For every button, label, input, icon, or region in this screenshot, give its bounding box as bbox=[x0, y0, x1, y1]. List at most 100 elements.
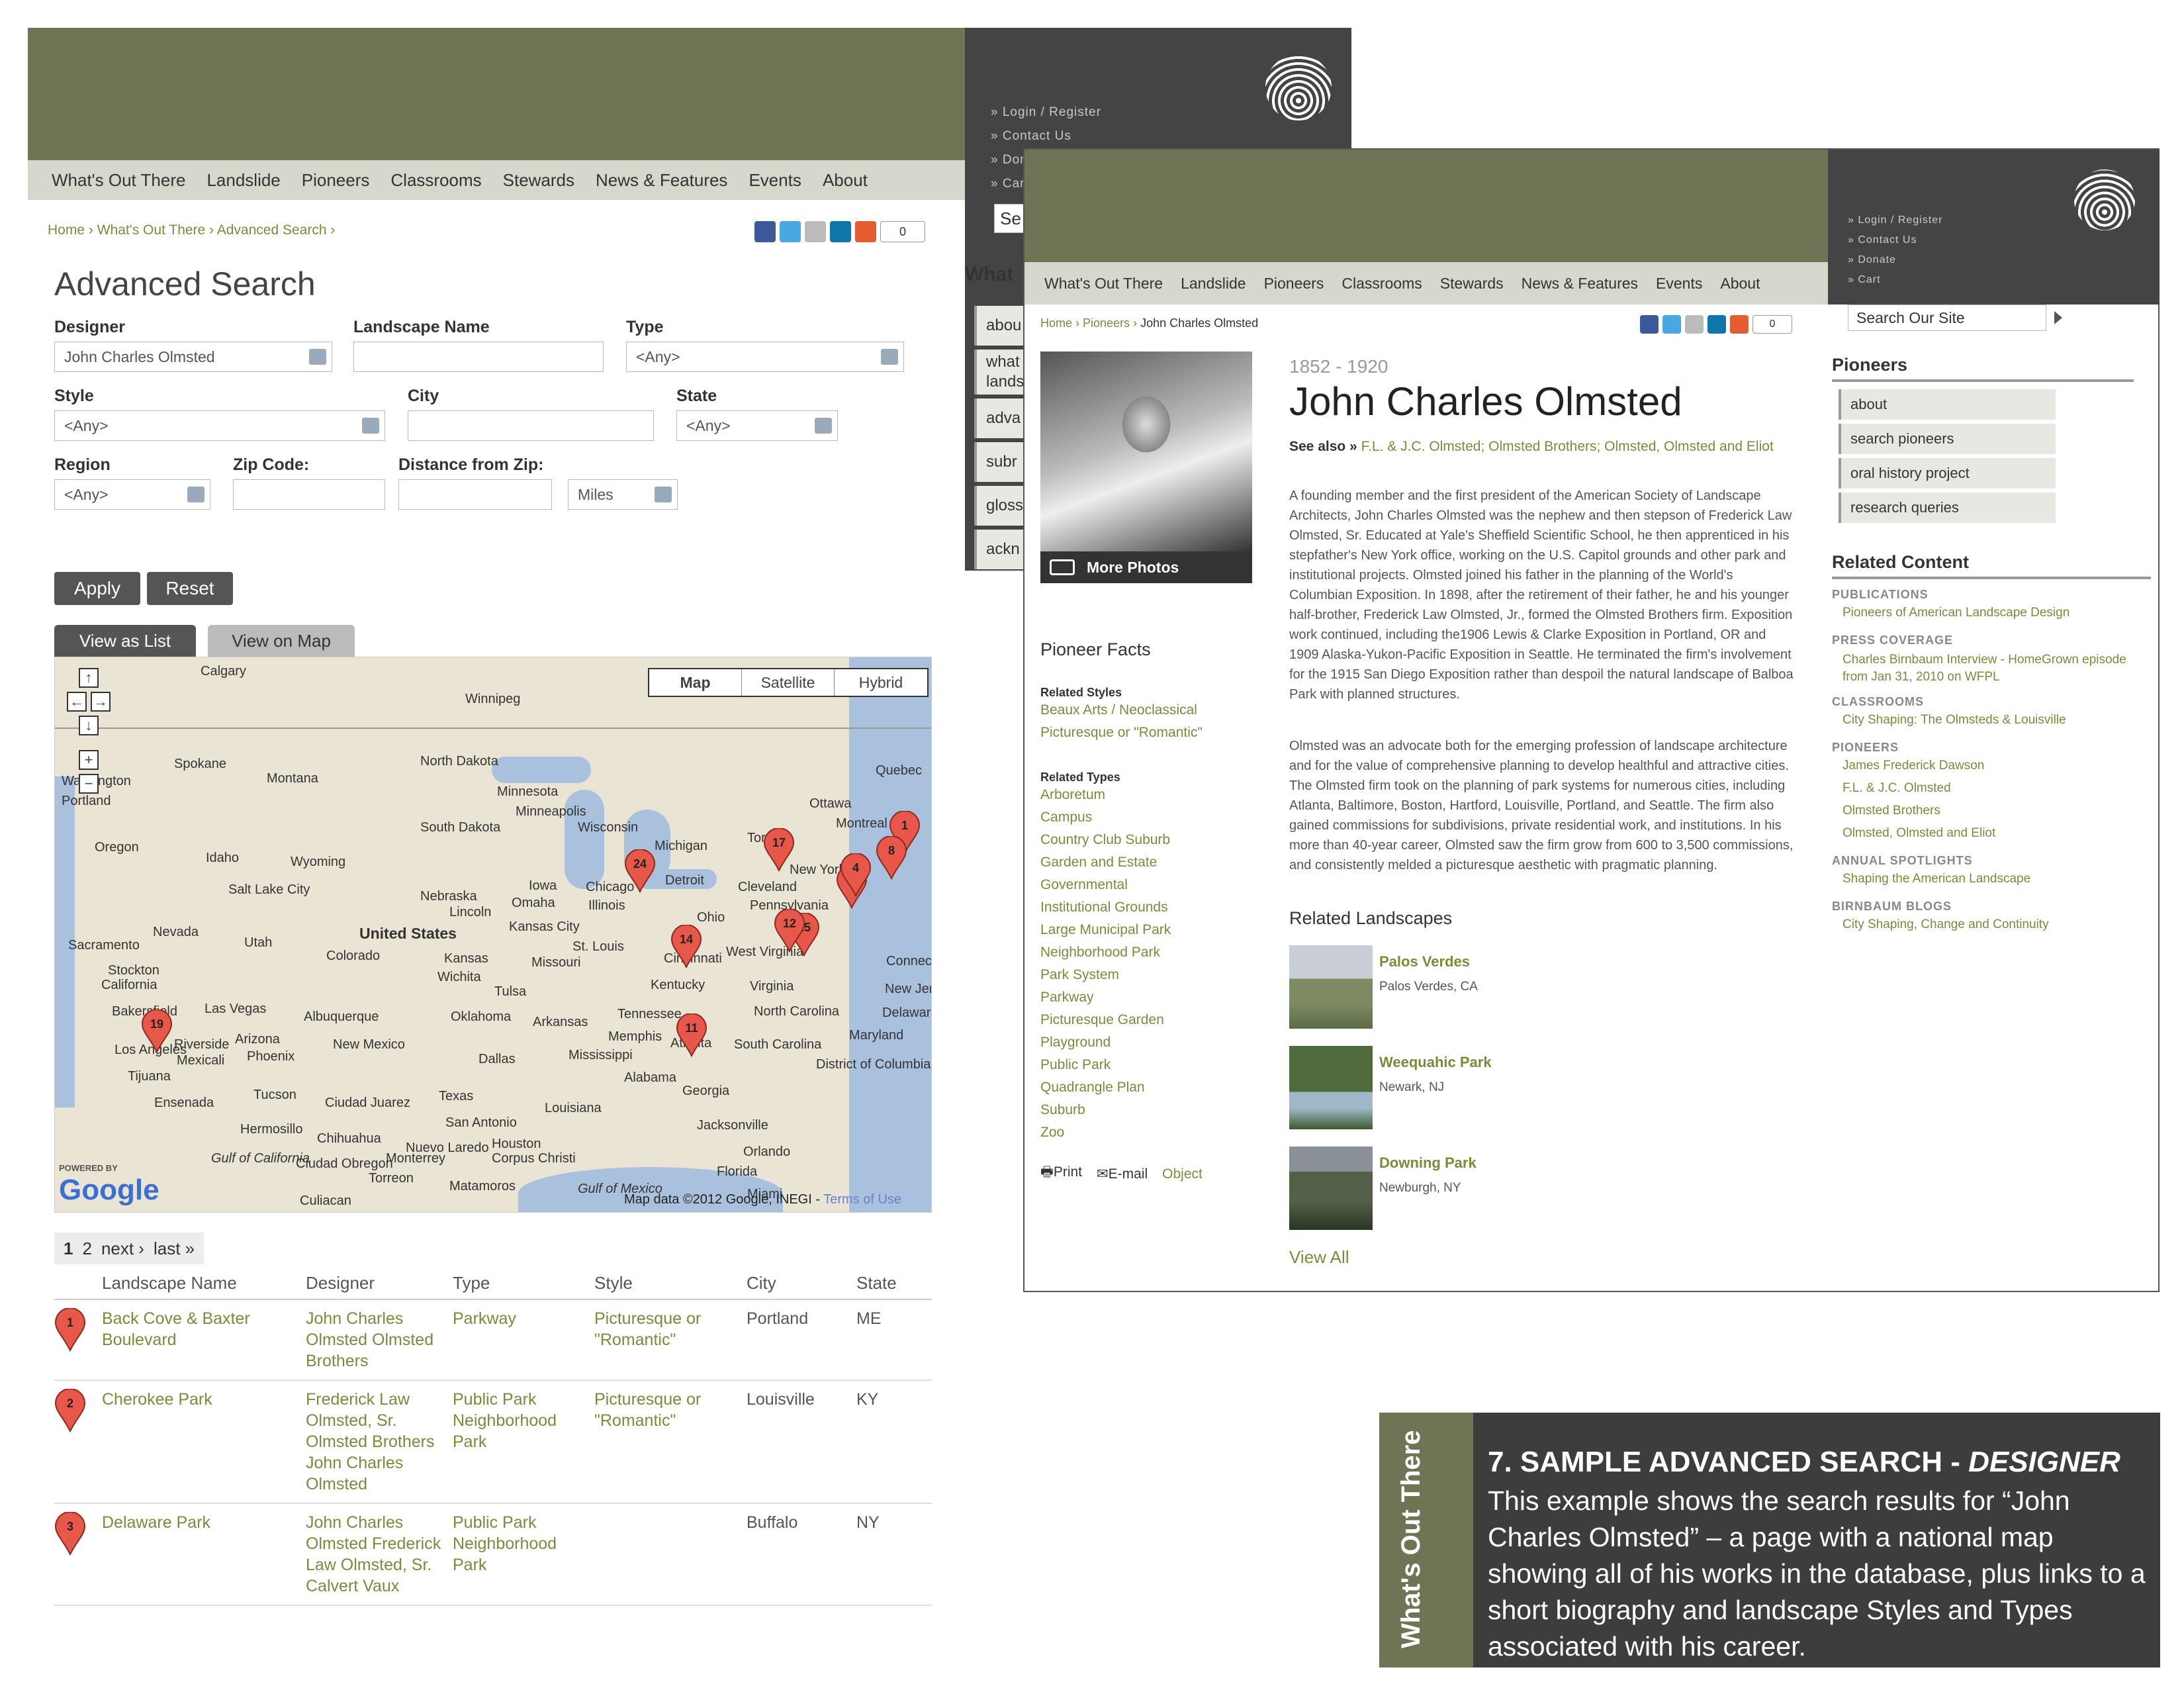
login-link[interactable]: » Login / Register bbox=[991, 101, 1101, 124]
row-type-link[interactable]: Public Park Neighborhood Park bbox=[453, 1512, 594, 1597]
row-style-link[interactable]: Picturesque or "Romantic" bbox=[594, 1308, 747, 1372]
nav-landslide[interactable]: Landslide bbox=[206, 170, 280, 191]
type-link[interactable]: Neighborhood Park bbox=[1040, 941, 1171, 964]
sidebar-item[interactable]: adva bbox=[974, 399, 1027, 438]
nav-about[interactable]: About bbox=[823, 170, 868, 191]
map-marker[interactable]: 12 bbox=[774, 908, 805, 953]
type-link[interactable]: Country Club Suburb bbox=[1040, 829, 1171, 851]
search-input[interactable]: Search Our Site bbox=[1848, 305, 2046, 331]
share-plus-icon[interactable] bbox=[855, 221, 876, 242]
facebook-icon[interactable] bbox=[1640, 315, 1659, 334]
type-link[interactable]: Zoo bbox=[1040, 1121, 1171, 1144]
related-link[interactable]: Olmsted Brothers bbox=[1832, 800, 2143, 822]
type-select[interactable]: <Any> bbox=[626, 342, 904, 372]
pan-up-icon[interactable]: ↑ bbox=[79, 668, 99, 688]
landscape-link[interactable]: Palos Verdes bbox=[1379, 953, 1470, 970]
sidebar-item[interactable]: gloss bbox=[974, 486, 1027, 526]
object-link[interactable]: Object bbox=[1162, 1166, 1203, 1182]
landscape-link[interactable]: Downing Park bbox=[1379, 1154, 1477, 1172]
pager-next[interactable]: next › bbox=[101, 1239, 144, 1259]
style-select[interactable]: <Any> bbox=[54, 410, 385, 441]
twitter-icon[interactable] bbox=[780, 221, 801, 242]
nav-about[interactable]: About bbox=[1720, 275, 1760, 293]
sidebar-item[interactable]: subr bbox=[974, 442, 1027, 482]
row-name-link[interactable]: Cherokee Park bbox=[102, 1389, 306, 1495]
breadcrumb-advanced-search[interactable]: Advanced Search bbox=[217, 222, 327, 238]
related-link[interactable]: Charles Birnbaum Interview - HomeGrown e… bbox=[1832, 651, 2143, 686]
results-map[interactable]: Calgary Winnipeg Quebec Ottawa Montreal … bbox=[54, 657, 932, 1213]
apply-button[interactable]: Apply bbox=[54, 572, 140, 605]
type-link[interactable]: Campus bbox=[1040, 806, 1171, 829]
linkedin-icon[interactable] bbox=[830, 221, 851, 242]
sidebar-item[interactable]: search pioneers bbox=[1839, 424, 2056, 454]
breadcrumb-pioneers[interactable]: Pioneers bbox=[1083, 316, 1130, 330]
contact-link[interactable]: » Contact Us bbox=[1848, 230, 1942, 250]
nav-events[interactable]: Events bbox=[749, 170, 801, 191]
type-link[interactable]: Park System bbox=[1040, 964, 1171, 986]
nav-pioneers[interactable]: Pioneers bbox=[302, 170, 370, 191]
tab-view-as-list[interactable]: View as List bbox=[54, 625, 196, 657]
landscape-thumbnail[interactable] bbox=[1289, 1147, 1373, 1230]
linkedin-icon[interactable] bbox=[1707, 315, 1726, 334]
row-designer-link[interactable]: John Charles Olmsted Frederick Law Olmst… bbox=[306, 1512, 453, 1597]
breadcrumb-home[interactable]: Home bbox=[48, 222, 85, 238]
row-type-link[interactable]: Parkway bbox=[453, 1308, 594, 1372]
row-marker-icon[interactable]: 3 bbox=[54, 1511, 86, 1556]
row-style-link[interactable]: Picturesque or "Romantic" bbox=[594, 1389, 747, 1495]
type-link[interactable]: Garden and Estate bbox=[1040, 851, 1171, 874]
landscape-name-input[interactable] bbox=[353, 342, 604, 372]
row-name-link[interactable]: Delaware Park bbox=[102, 1512, 306, 1597]
type-link[interactable]: Suburb bbox=[1040, 1099, 1171, 1121]
col-style[interactable]: Style bbox=[594, 1273, 747, 1293]
reset-button[interactable]: Reset bbox=[147, 572, 233, 605]
nav-news[interactable]: News & Features bbox=[1522, 275, 1638, 293]
print-action[interactable]: 🖶Print bbox=[1040, 1162, 1082, 1186]
type-link[interactable]: Quadrangle Plan bbox=[1040, 1076, 1171, 1099]
related-link[interactable]: F.L. & J.C. Olmsted bbox=[1832, 777, 2143, 800]
state-select[interactable]: <Any> bbox=[676, 410, 838, 441]
landscape-thumbnail[interactable] bbox=[1289, 1046, 1373, 1129]
nav-landslide[interactable]: Landslide bbox=[1181, 275, 1246, 293]
share-plus-icon[interactable] bbox=[1730, 315, 1749, 334]
related-link[interactable]: City Shaping: The Olmsteds & Louisville bbox=[1832, 709, 2143, 731]
email-action[interactable]: ✉E-mail bbox=[1097, 1166, 1148, 1182]
map-marker[interactable]: 19 bbox=[141, 1009, 173, 1054]
breadcrumb-whats-out-there[interactable]: What's Out There bbox=[97, 222, 206, 238]
login-link[interactable]: » Login / Register bbox=[1848, 211, 1942, 230]
email-icon[interactable] bbox=[1685, 315, 1704, 334]
type-link[interactable]: Arboretum bbox=[1040, 784, 1171, 806]
map-marker[interactable]: 4 bbox=[840, 853, 872, 898]
row-designer-link[interactable]: Frederick Law Olmsted, Sr. Olmsted Broth… bbox=[306, 1389, 453, 1495]
nav-stewards[interactable]: Stewards bbox=[1440, 275, 1504, 293]
map-marker[interactable]: 17 bbox=[763, 827, 795, 872]
row-style-link[interactable] bbox=[594, 1512, 747, 1597]
map-marker[interactable]: 24 bbox=[624, 849, 656, 894]
pan-right-icon[interactable]: → bbox=[91, 692, 111, 712]
pan-down-icon[interactable]: ↓ bbox=[79, 716, 99, 735]
zip-input[interactable] bbox=[233, 479, 385, 510]
region-select[interactable]: <Any> bbox=[54, 479, 210, 510]
row-designer-link[interactable]: John Charles Olmsted Olmsted Brothers bbox=[306, 1308, 453, 1372]
map-marker[interactable]: 14 bbox=[670, 924, 702, 969]
tab-view-on-map[interactable]: View on Map bbox=[208, 625, 355, 657]
map-type-hybrid[interactable]: Hybrid bbox=[835, 669, 927, 696]
map-type-map[interactable]: Map bbox=[649, 669, 742, 696]
pioneer-photo[interactable] bbox=[1040, 352, 1252, 551]
more-photos-button[interactable]: More Photos bbox=[1040, 551, 1252, 583]
nav-pioneers[interactable]: Pioneers bbox=[1264, 275, 1324, 293]
sidebar-item[interactable]: abou bbox=[974, 306, 1027, 346]
pan-left-icon[interactable]: ← bbox=[67, 692, 87, 712]
type-link[interactable]: Public Park bbox=[1040, 1054, 1171, 1076]
zoom-in-icon[interactable]: + bbox=[79, 750, 99, 770]
col-type[interactable]: Type bbox=[453, 1273, 594, 1293]
see-also-links[interactable]: F.L. & J.C. Olmsted; Olmsted Brothers; O… bbox=[1361, 439, 1774, 454]
landscape-thumbnail[interactable] bbox=[1289, 945, 1373, 1029]
nav-stewards[interactable]: Stewards bbox=[503, 170, 574, 191]
sidebar-item[interactable]: what lands bbox=[974, 350, 1027, 395]
related-link[interactable]: City Shaping, Change and Continuity bbox=[1832, 914, 2143, 936]
landscape-link[interactable]: Weequahic Park bbox=[1379, 1054, 1492, 1071]
cart-link[interactable]: » Cart bbox=[1848, 270, 1942, 290]
related-link[interactable]: James Frederick Dawson bbox=[1832, 755, 2143, 777]
fingerprint-logo-icon[interactable] bbox=[1265, 54, 1332, 120]
nav-news[interactable]: News & Features bbox=[596, 170, 727, 191]
